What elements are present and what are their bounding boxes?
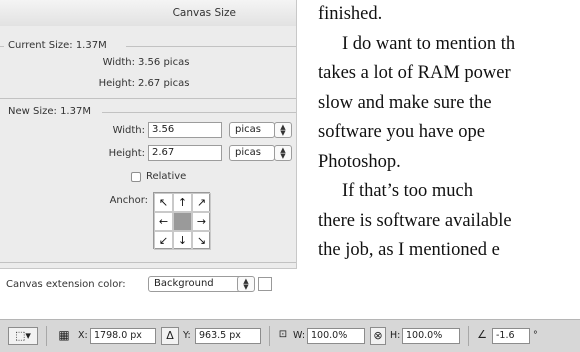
current-width-value: 3.56 picas [138, 57, 190, 68]
text-line: software you have ope [318, 122, 485, 142]
book-text: finished. I do want to mention th takes … [318, 0, 580, 266]
text-line: Photoshop. [318, 151, 401, 172]
anchor-bottom-left[interactable]: ↙ [154, 231, 173, 250]
width-input[interactable]: 3.56 [148, 122, 222, 138]
anchor-bottom[interactable]: ↓ [173, 231, 192, 250]
x-label: X: [78, 330, 88, 341]
current-height-value: 2.67 picas [138, 78, 190, 89]
text-line: If that’s too much [342, 181, 474, 201]
relative-checkbox[interactable] [131, 172, 141, 182]
group-divider [0, 98, 296, 99]
x-position-input[interactable]: 1798.0 px [90, 328, 156, 344]
h-label: H: [390, 330, 401, 341]
height-unit-stepper[interactable]: ▲ ▼ [274, 145, 292, 161]
relative-positioning-icon[interactable]: Δ [161, 327, 179, 345]
w-label: W: [293, 330, 306, 341]
anchor-grid[interactable]: ↖ ↑ ↗ ← → ↙ ↓ ↘ [153, 192, 211, 250]
dialog-title: Canvas Size [0, 0, 296, 26]
anchor-label: Anchor: [109, 195, 148, 206]
link-icon[interactable]: ⊗ [370, 327, 386, 345]
anchor-right[interactable]: → [192, 212, 211, 231]
current-height-label: Height: [98, 78, 135, 89]
group-divider [126, 46, 296, 47]
new-height-label: Height: [108, 148, 145, 159]
rotate-icon: ∠ [477, 328, 487, 341]
extension-color-swatch[interactable] [258, 277, 272, 291]
extension-color-label-text: Canvas extension color: [6, 279, 126, 290]
current-width-label: Width: [102, 57, 135, 68]
transform-options-bar: ⬚▾ ▦ X: 1798.0 px Δ Y: 963.5 px ⊡ W: 100… [0, 319, 580, 352]
height-input[interactable]: 2.67 [148, 145, 222, 161]
relative-label: Relative [146, 171, 187, 182]
text-line: finished. [318, 4, 383, 24]
y-position-input[interactable]: 963.5 px [195, 328, 261, 344]
group-divider [0, 46, 4, 47]
anchor-top-left[interactable]: ↖ [154, 193, 173, 212]
new-width-label: Width: [112, 125, 145, 136]
reference-point-icon[interactable]: ▦ [54, 327, 74, 345]
toolbar-separator [468, 326, 469, 346]
current-size-heading: Current Size: 1.37M [8, 40, 107, 51]
height-scale-input[interactable]: 100.0% [402, 328, 460, 344]
group-divider [102, 112, 296, 113]
text-line: I do want to mention th [342, 33, 516, 54]
canvas-size-dialog: Canvas Size Current Size: 1.37M Width: 3… [0, 0, 297, 269]
height-unit-select[interactable]: picas [229, 145, 275, 161]
anchor-left[interactable]: ← [154, 212, 173, 231]
anchor-bottom-right[interactable]: ↘ [192, 231, 211, 250]
width-unit-select[interactable]: picas [229, 122, 275, 138]
anchor-center[interactable] [173, 212, 192, 231]
group-divider [0, 262, 296, 263]
anchor-top[interactable]: ↑ [173, 193, 192, 212]
anchor-top-right[interactable]: ↗ [192, 193, 211, 212]
toolbar-separator [46, 326, 47, 346]
degree-label: ° [533, 330, 538, 341]
new-size-heading: New Size: 1.37M [8, 106, 91, 117]
toolbar-separator [269, 326, 270, 346]
width-unit-stepper[interactable]: ▲ ▼ [274, 122, 292, 138]
width-scale-input[interactable]: 100.0% [307, 328, 365, 344]
extension-color-stepper[interactable]: ▲ ▼ [237, 276, 255, 292]
y-label: Y: [183, 330, 191, 341]
rotation-input[interactable]: -1.6 [492, 328, 530, 344]
scale-icon: ⊡ [278, 329, 288, 340]
text-line: takes a lot of RAM power [318, 63, 511, 83]
text-line: slow and make sure the [318, 92, 492, 113]
text-line: there is software available [318, 210, 512, 231]
text-line: the job, as I mentioned e [318, 240, 500, 260]
tool-preset-picker[interactable]: ⬚▾ [8, 327, 38, 345]
